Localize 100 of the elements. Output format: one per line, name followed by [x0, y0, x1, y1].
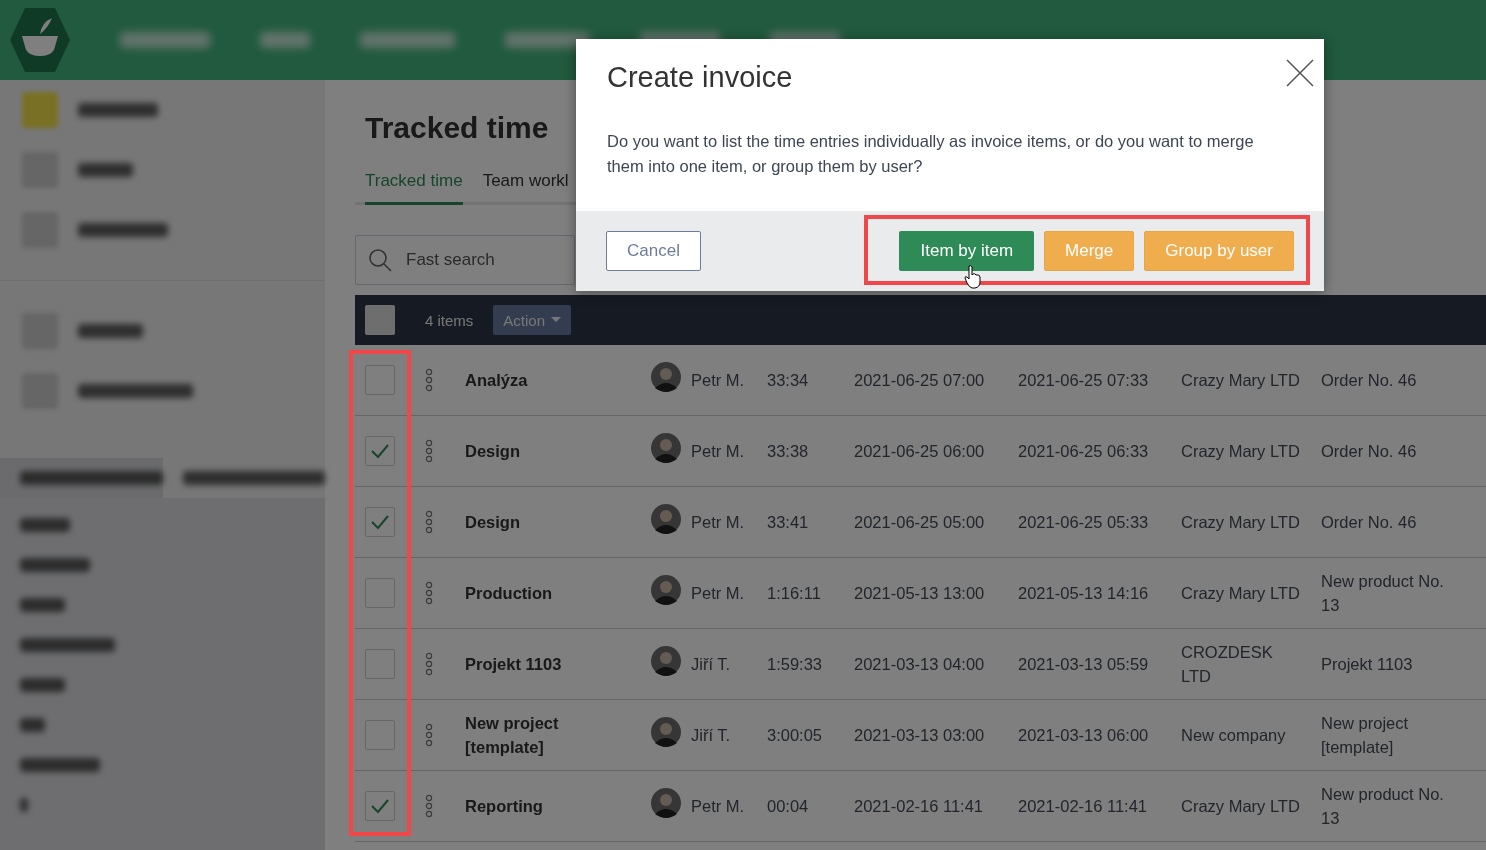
table-cell-text: 2021-03-13 04:00 [854, 654, 986, 675]
more-icon[interactable] [425, 652, 433, 676]
more-icon[interactable] [425, 581, 433, 605]
user-name: Petr M. [691, 370, 746, 391]
more-icon[interactable] [425, 510, 433, 534]
more-icon[interactable] [425, 368, 433, 392]
blurred-text [20, 598, 65, 612]
table-cell-text: 1:16:11 [767, 583, 822, 604]
blurred-text [20, 718, 45, 732]
user-name: Petr M. [691, 512, 746, 533]
task-name: Reporting [465, 796, 544, 817]
row-checkbox[interactable] [365, 365, 395, 395]
caret-icon [551, 317, 562, 323]
blurred-text [20, 678, 65, 692]
task-name: Design [465, 441, 521, 462]
table-cell-text: 2021-06-25 05:00 [854, 512, 986, 533]
task-name: Production [465, 583, 554, 604]
table-cell-text: 2021-06-25 07:00 [854, 370, 986, 391]
more-icon[interactable] [425, 794, 433, 818]
table-cell-text: Order No. 46 [1321, 512, 1418, 533]
table-cell-text: 33:41 [767, 512, 810, 533]
avatar [651, 504, 681, 534]
logo-icon[interactable] [10, 6, 70, 74]
row-checkbox[interactable] [365, 436, 395, 466]
table-cell-text: Crazy Mary LTD [1181, 583, 1301, 604]
select-all-checkbox[interactable] [365, 305, 395, 335]
user-name: Petr M. [691, 796, 746, 817]
row-checkbox[interactable] [365, 791, 395, 821]
task-name: Projekt 1103 [465, 654, 563, 675]
blurred-text [20, 558, 90, 572]
cancel-button[interactable]: Cancel [606, 231, 701, 271]
avatar [651, 575, 681, 605]
search-field[interactable]: Fast search [355, 235, 575, 285]
avatar [651, 433, 681, 463]
table-cell-text: 2021-03-13 05:59 [1018, 654, 1150, 675]
check-icon [370, 443, 390, 459]
action-button[interactable]: Merge [1044, 231, 1135, 271]
user-name: Petr M. [691, 441, 746, 462]
table-cell-text: Order No. 46 [1321, 370, 1418, 391]
table-cell-text: 1:59:33 [767, 654, 824, 675]
table-cell-text: New project [template] [1321, 713, 1410, 758]
page-title: Tracked time [365, 110, 549, 146]
action-button[interactable]: Group by user [1144, 231, 1294, 271]
action-button[interactable]: Item by item [899, 231, 1035, 271]
table-cell-text: Crazy Mary LTD [1181, 796, 1301, 817]
check-icon [370, 798, 390, 814]
table-cell-text: 3:00:05 [767, 725, 824, 746]
table-cell-text: 2021-02-16 11:41 [1018, 796, 1149, 817]
table-cell-text: 2021-06-25 06:33 [1018, 441, 1150, 462]
task-name: Design [465, 512, 521, 533]
table-cell-text: Crazy Mary LTD [1181, 370, 1301, 391]
tab[interactable]: Team workl [482, 164, 569, 205]
table-cell-text: 2021-06-25 07:33 [1018, 370, 1150, 391]
task-name: New project [template] [465, 713, 560, 758]
blurred-text [78, 163, 133, 177]
table-cell-text: 2021-02-16 11:41 [854, 796, 985, 817]
avatar [651, 362, 681, 392]
hand-cursor-icon [964, 265, 982, 289]
dialog-message: Do you want to list the time entries individually as invoice items, or do you want to merge them into one item, or group them by user? [606, 131, 1255, 177]
table-cell-text: 00:04 [767, 796, 810, 817]
avatar [651, 717, 681, 747]
table-cell-text: 33:34 [767, 370, 810, 391]
action-button[interactable]: Action [493, 305, 572, 335]
row-checkbox[interactable] [365, 649, 395, 679]
dialog-title: Create invoice [607, 61, 793, 94]
user-name: Jiří T. [691, 654, 732, 675]
table-cell-text: 2021-05-13 13:00 [854, 583, 986, 604]
blurred-text [78, 324, 143, 338]
avatar [651, 788, 681, 818]
blurred-text [260, 32, 310, 48]
selection-count: 4 items [425, 311, 474, 329]
more-icon[interactable] [425, 439, 433, 463]
user-name: Jiří T. [691, 725, 732, 746]
row-checkbox[interactable] [365, 720, 395, 750]
table-cell-text: 2021-05-13 14:16 [1018, 583, 1150, 604]
table-cell-text: New product No. 13 [1321, 571, 1445, 616]
blurred-text [20, 798, 28, 812]
table-cell-text: New product No. 13 [1321, 784, 1445, 829]
table-cell-text: Order No. 46 [1321, 441, 1418, 462]
search-icon [368, 248, 392, 272]
table-cell-text: 2021-06-25 06:00 [854, 441, 986, 462]
table-cell-text: CROZDESK LTD [1181, 642, 1274, 687]
table-cell-text: Crazy Mary LTD [1181, 512, 1301, 533]
close-icon[interactable] [1286, 59, 1314, 87]
row-checkbox[interactable] [365, 507, 395, 537]
blurred-text [20, 518, 70, 532]
check-icon [370, 514, 390, 530]
table-cell-text: 2021-03-13 03:00 [854, 725, 986, 746]
more-icon[interactable] [425, 723, 433, 747]
user-name: Petr M. [691, 583, 746, 604]
table-cell-text: 2021-06-25 05:33 [1018, 512, 1150, 533]
tab[interactable]: Tracked time [365, 164, 463, 205]
table-cell-text: Crazy Mary LTD [1181, 441, 1301, 462]
table-cell-text: New company [1181, 725, 1287, 746]
avatar [651, 646, 681, 676]
table-cell-text: 2021-03-13 06:00 [1018, 725, 1150, 746]
blurred-icon [22, 92, 58, 128]
table-cell-text: Projekt 1103 [1321, 654, 1414, 675]
row-checkbox[interactable] [365, 578, 395, 608]
table-cell-text: 33:38 [767, 441, 810, 462]
